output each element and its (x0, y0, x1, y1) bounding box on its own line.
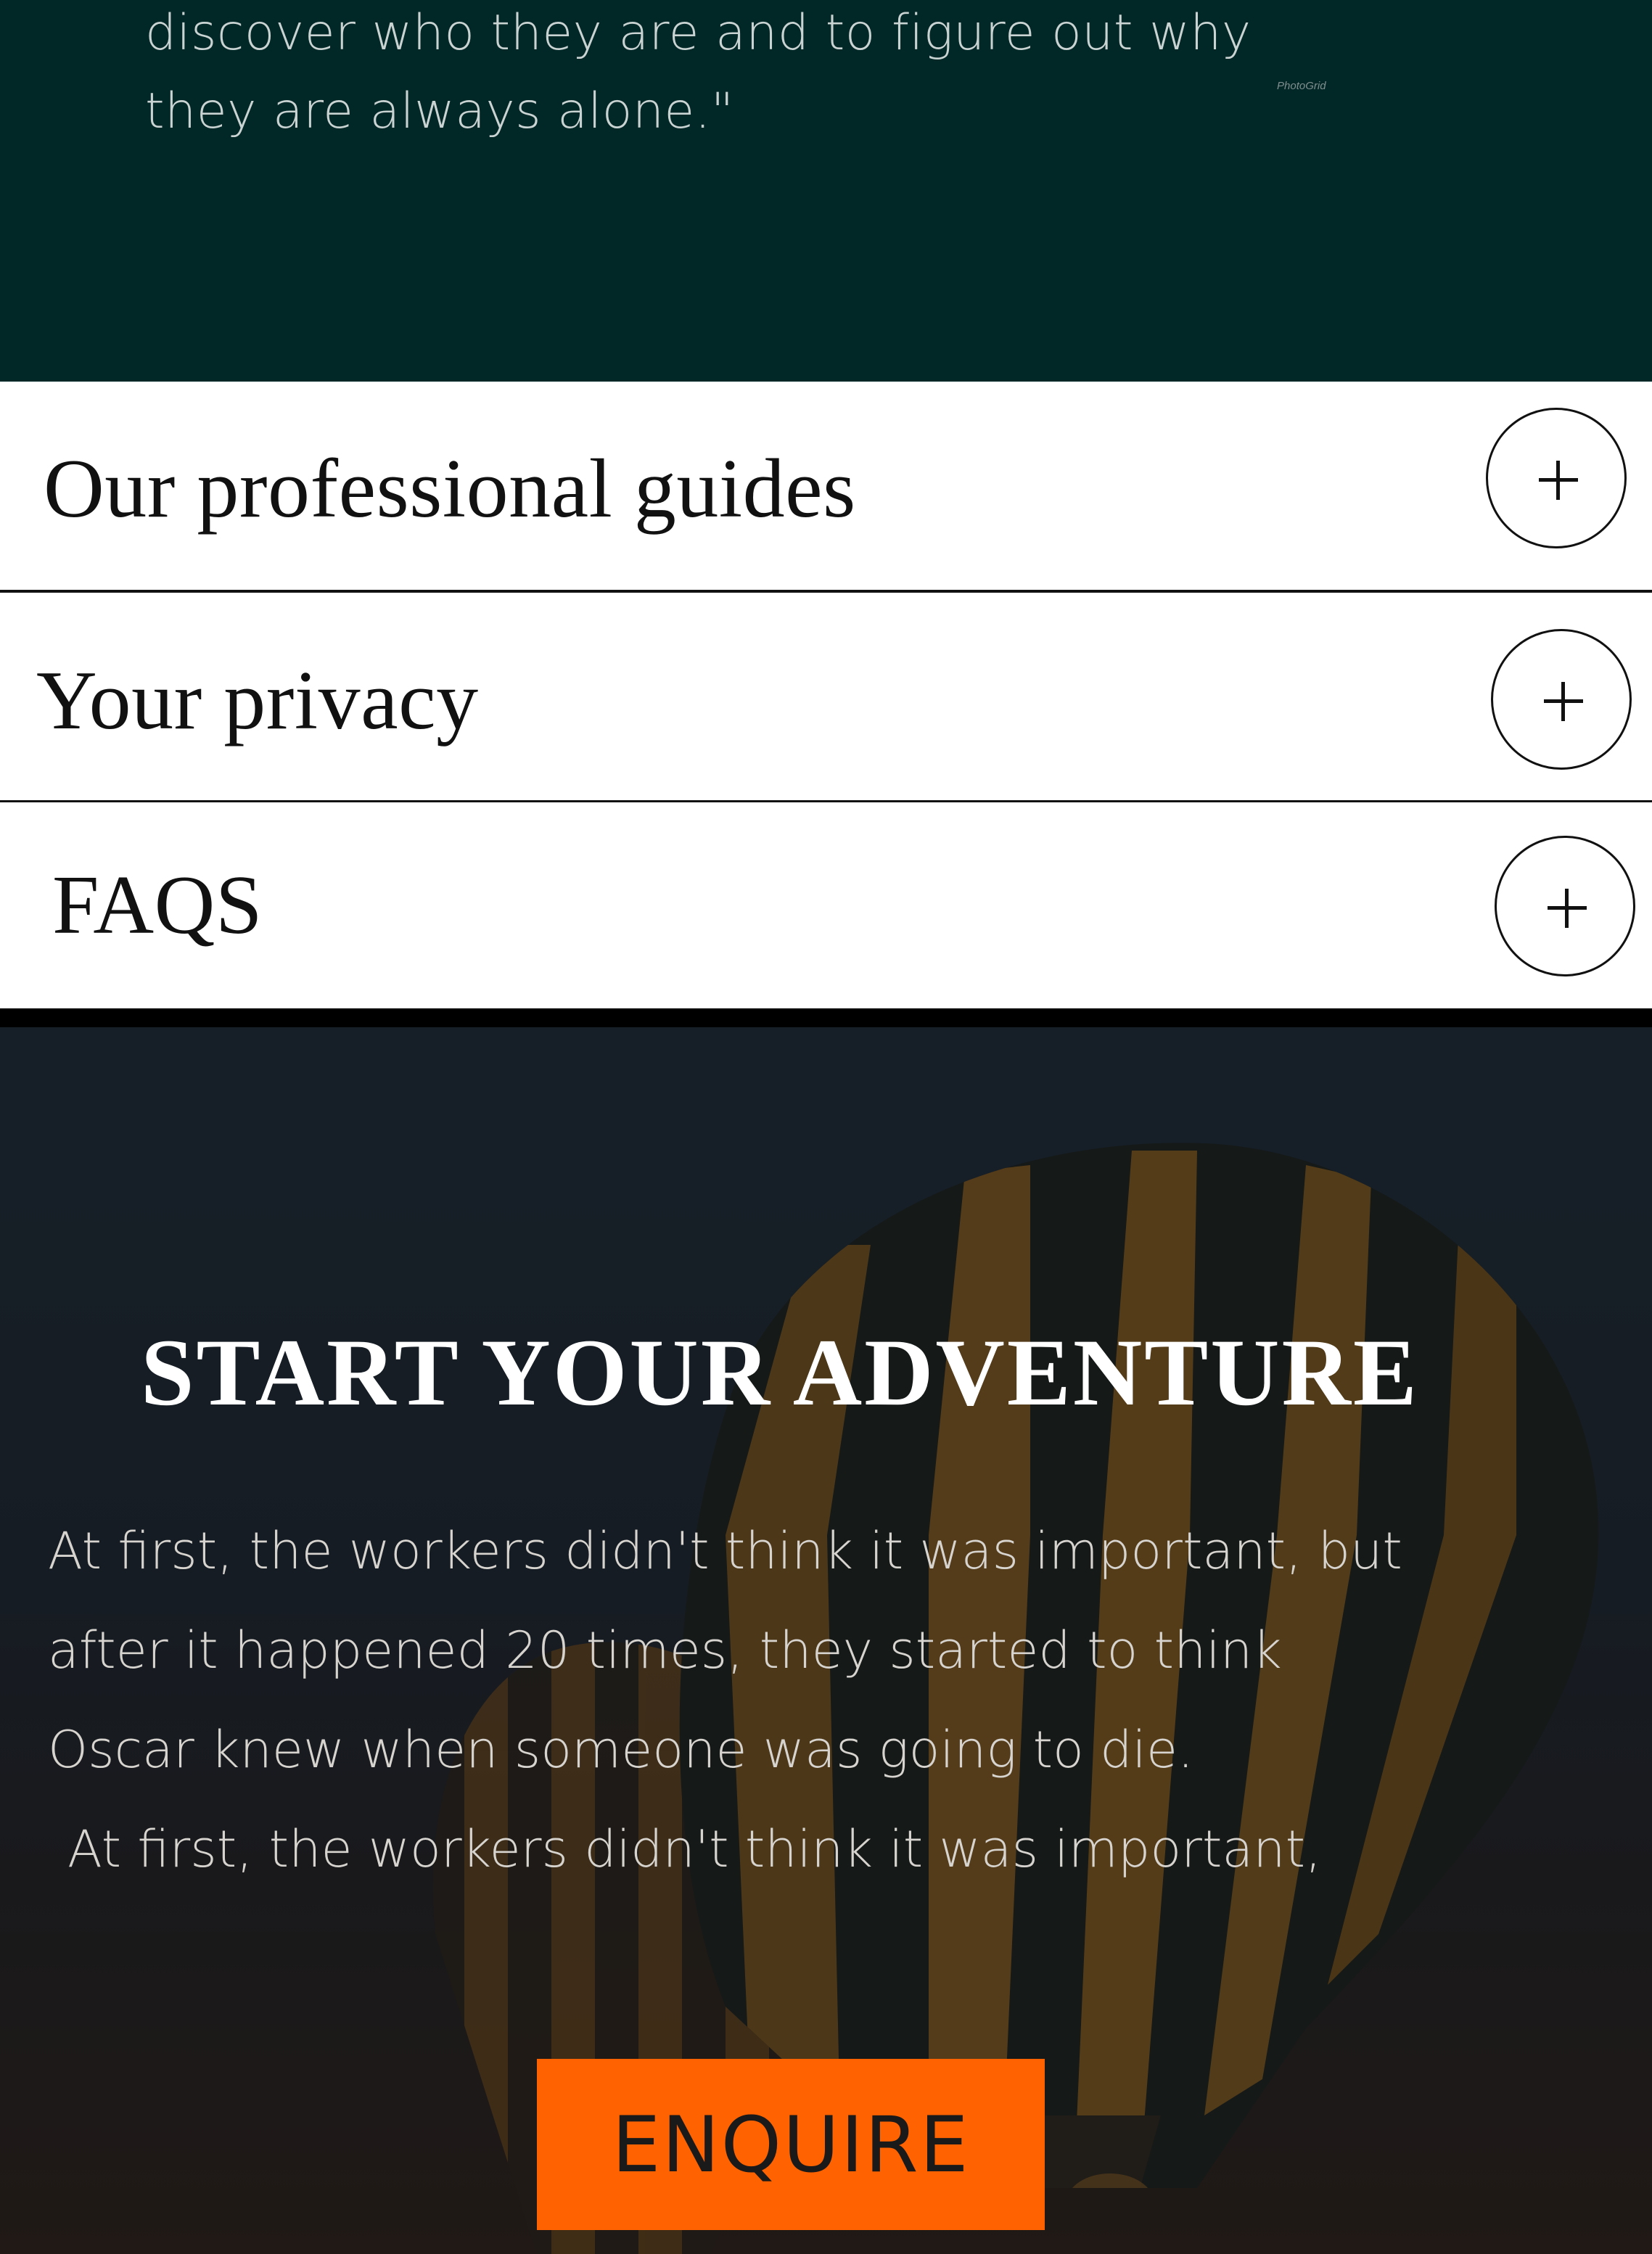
accordion-item-guides[interactable]: Our professional guides (0, 382, 1652, 590)
accordion-item-title: Your privacy (36, 654, 479, 747)
expand-button[interactable] (1491, 629, 1632, 770)
adventure-body: At first, the workers didn't think it wa… (48, 1502, 1571, 1899)
body-line: At first, the workers didn't think it wa… (48, 1521, 1402, 1581)
accordion-item-title: FAQS (52, 859, 263, 952)
expand-button[interactable] (1486, 408, 1627, 548)
accordion-item-title: Our professional guides (44, 443, 856, 535)
watermark: PhotoGrid (1277, 80, 1326, 92)
quote-line: they are always alone." (145, 83, 734, 140)
quote-section: discover who they are and to figure out … (0, 0, 1652, 382)
adventure-section: START YOUR ADVENTURE At first, the worke… (0, 1008, 1652, 2254)
body-line: Oscar knew when someone was going to die… (48, 1720, 1194, 1780)
adventure-title: START YOUR ADVENTURE (141, 1319, 1419, 1426)
quote-line: discover who they are and to figure out … (145, 4, 1252, 62)
accordion-item-faqs[interactable]: FAQS (0, 802, 1652, 1005)
expand-button[interactable] (1495, 836, 1635, 976)
body-line: At first, the workers didn't think it wa… (67, 1819, 1322, 1879)
body-line: after it happened 20 times, they started… (48, 1621, 1282, 1680)
accordion-item-privacy[interactable]: Your privacy (0, 593, 1652, 800)
quote-text: discover who they are and to figure out … (145, 0, 1277, 151)
enquire-button[interactable]: ENQUIRE (537, 2059, 1045, 2230)
